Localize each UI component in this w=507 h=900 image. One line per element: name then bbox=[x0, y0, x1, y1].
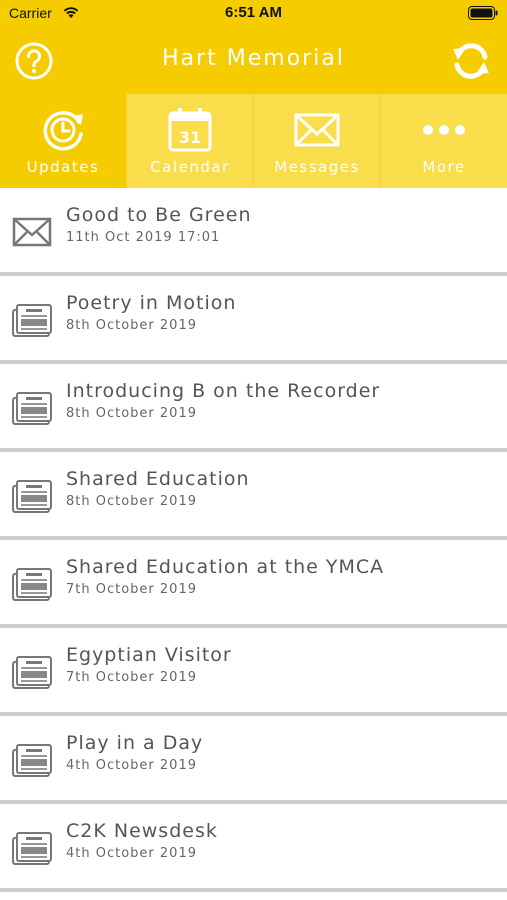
newspaper-icon bbox=[12, 656, 52, 689]
tab-more-label: More bbox=[422, 158, 466, 176]
list-item[interactable]: Good to Be Green 11th Oct 2019 17:01 bbox=[0, 188, 507, 276]
tab-messages-label: Messages bbox=[274, 158, 360, 176]
updates-list: Good to Be Green 11th Oct 2019 17:01 Poe… bbox=[0, 188, 507, 892]
newspaper-icon bbox=[12, 568, 52, 601]
item-title: Poetry in Motion bbox=[66, 292, 237, 314]
item-title: Shared Education at the YMCA bbox=[66, 556, 385, 578]
list-item[interactable]: Poetry in Motion 8th October 2019 bbox=[0, 276, 507, 364]
item-date: 7th October 2019 bbox=[66, 582, 197, 597]
clock-refresh-icon bbox=[43, 111, 83, 151]
item-title: Good to Be Green bbox=[66, 204, 252, 226]
item-title: Play in a Day bbox=[66, 732, 204, 754]
tab-updates-label: Updates bbox=[26, 158, 100, 176]
tab-calendar-label: Calendar bbox=[150, 158, 230, 176]
status-time: 6:51 AM bbox=[225, 4, 282, 21]
list-item[interactable]: Egyptian Visitor 7th October 2019 bbox=[0, 628, 507, 716]
newspaper-icon bbox=[12, 744, 52, 777]
item-date: 11th Oct 2019 17:01 bbox=[66, 230, 221, 245]
item-title: Egyptian Visitor bbox=[66, 644, 232, 666]
battery-icon bbox=[468, 6, 498, 20]
newspaper-icon bbox=[12, 480, 52, 513]
item-date: 8th October 2019 bbox=[66, 494, 197, 509]
item-date: 4th October 2019 bbox=[66, 846, 197, 861]
list-item[interactable]: Play in a Day 4th October 2019 bbox=[0, 716, 507, 804]
item-title: C2K Newsdesk bbox=[66, 820, 218, 842]
newspaper-icon bbox=[12, 304, 52, 337]
calendar-icon: 31 bbox=[168, 108, 212, 152]
list-item[interactable]: Shared Education 8th October 2019 bbox=[0, 452, 507, 540]
list-item[interactable]: C2K Newsdesk 4th October 2019 bbox=[0, 804, 507, 892]
tab-updates[interactable]: Updates bbox=[0, 94, 126, 188]
ellipsis-icon bbox=[423, 125, 465, 135]
newspaper-icon bbox=[12, 392, 52, 425]
item-title: Introducing B on the Recorder bbox=[66, 380, 381, 402]
envelope-icon bbox=[12, 217, 52, 247]
item-date: 4th October 2019 bbox=[66, 758, 197, 773]
envelope-icon bbox=[294, 113, 340, 147]
list-item[interactable]: Shared Education at the YMCA 7th October… bbox=[0, 540, 507, 628]
status-bar: Carrier 6:51 AM bbox=[0, 0, 507, 26]
refresh-icon[interactable] bbox=[449, 39, 493, 83]
tab-messages[interactable]: Messages bbox=[253, 94, 380, 188]
calendar-day-number: 31 bbox=[179, 128, 201, 147]
item-date: 8th October 2019 bbox=[66, 406, 197, 421]
list-item[interactable]: Introducing B on the Recorder 8th Octobe… bbox=[0, 364, 507, 452]
tab-more[interactable]: More bbox=[380, 94, 507, 188]
page-title: Hart Memorial bbox=[162, 46, 345, 71]
item-title: Shared Education bbox=[66, 468, 250, 490]
item-date: 8th October 2019 bbox=[66, 318, 197, 333]
tab-calendar[interactable]: 31 Calendar bbox=[126, 94, 253, 188]
tab-bar: Updates 31 Calendar Messages More bbox=[0, 94, 507, 188]
app-header: Hart Memorial bbox=[0, 26, 507, 94]
item-date: 7th October 2019 bbox=[66, 670, 197, 685]
newspaper-icon bbox=[12, 832, 52, 865]
